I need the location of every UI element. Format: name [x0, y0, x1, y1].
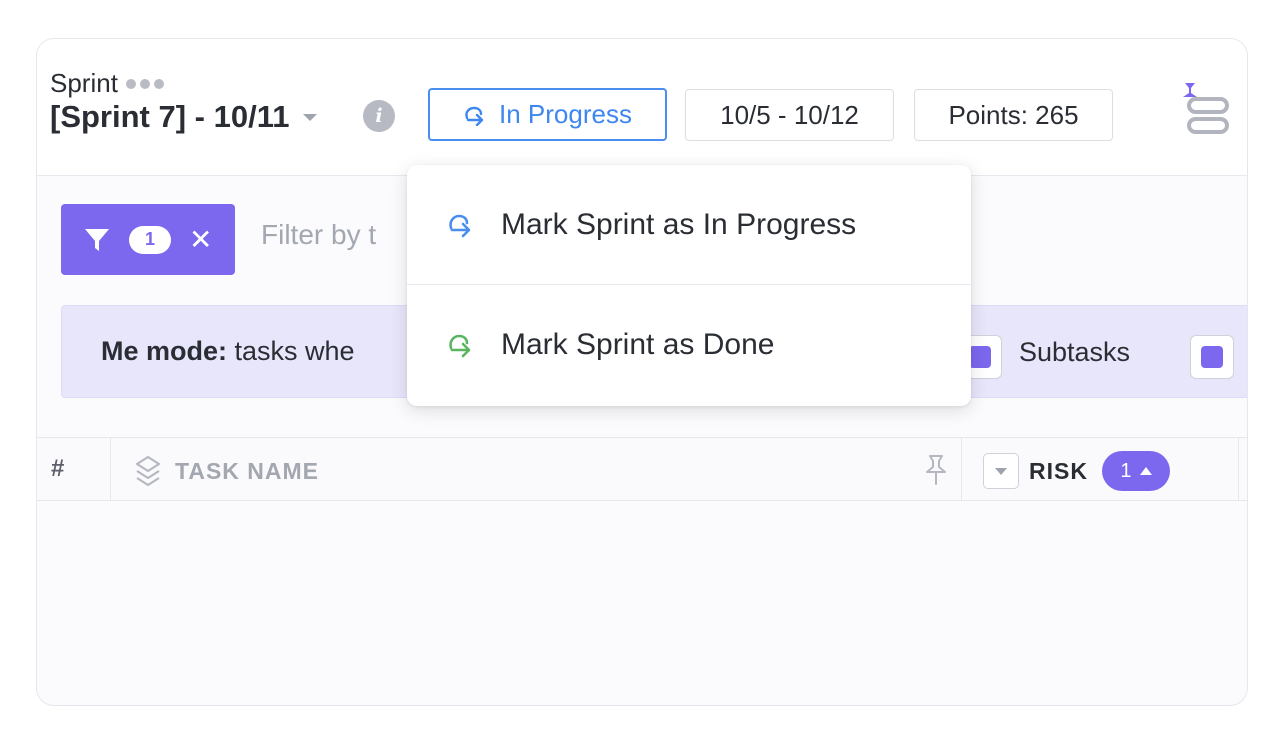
done-arrow-icon [449, 334, 471, 358]
stack-icon [135, 455, 161, 487]
column-number: # [51, 455, 65, 482]
filter-icon [85, 228, 109, 251]
subtasks-checkbox[interactable] [1190, 335, 1234, 379]
menu-item-label: Mark Sprint as In Progress [501, 207, 857, 241]
column-divider [110, 438, 111, 500]
column-task-name[interactable]: TASK NAME [133, 454, 319, 488]
progress-arrow-icon [449, 214, 471, 237]
column-divider [1238, 438, 1239, 500]
sort-ascending-icon [1139, 467, 1152, 475]
progress-arrow-icon [465, 106, 484, 126]
me-mode-description: tasks whe [227, 336, 355, 366]
table-header: # TASK NAME RISK 1 [37, 437, 1247, 501]
sort-badge[interactable]: 1 [1101, 451, 1170, 491]
more-options-icon[interactable] [125, 78, 164, 89]
sprint-name: [Sprint 7] - 10/11 [50, 99, 290, 134]
clear-filter-icon[interactable]: ✕ [189, 225, 212, 254]
sprint-points[interactable]: Points: 265 [914, 89, 1113, 141]
pin-icon[interactable] [922, 453, 950, 487]
sort-order-number: 1 [1120, 459, 1132, 482]
column-divider [961, 438, 962, 500]
sprint-status-label: In Progress [499, 99, 632, 129]
sprint-name-selector[interactable]: [Sprint 7] - 10/11 [50, 99, 318, 135]
sprint-points-label: Points: 265 [948, 99, 1079, 130]
sprint-status-dropdown: Mark Sprint as In Progress Mark Sprint a… [407, 165, 971, 406]
sprint-label-text: Sprint [50, 68, 118, 98]
chevron-down-icon [303, 113, 318, 121]
sprint-dates[interactable]: 10/5 - 10/12 [685, 89, 894, 141]
menu-item-label: Mark Sprint as Done [501, 328, 775, 361]
me-mode-label: Me mode: [101, 336, 228, 366]
sprint-status-button[interactable]: In Progress [428, 88, 667, 141]
filter-search-input[interactable]: Filter by t [261, 219, 376, 251]
menu-item-mark-done[interactable]: Mark Sprint as Done [407, 285, 971, 405]
sprint-label: Sprint [50, 68, 164, 99]
risk-label: RISK [1029, 457, 1088, 484]
pinned-layers-icon[interactable] [1177, 79, 1233, 139]
task-name-label: TASK NAME [175, 457, 320, 484]
sprint-dates-label: 10/5 - 10/12 [720, 99, 859, 130]
column-risk[interactable]: RISK 1 [983, 451, 1170, 491]
menu-item-mark-in-progress[interactable]: Mark Sprint as In Progress [407, 165, 971, 285]
sprint-header: Sprint [Sprint 7] - 10/11 i In Progress … [37, 39, 1247, 176]
subtasks-label: Subtasks [1019, 337, 1131, 367]
info-icon[interactable]: i [363, 100, 395, 132]
filter-button[interactable]: 1 ✕ [61, 204, 235, 275]
me-mode-text: Me mode: tasks whe [101, 336, 355, 367]
filter-count-badge: 1 [129, 225, 171, 254]
risk-dropdown-icon[interactable] [983, 453, 1019, 489]
